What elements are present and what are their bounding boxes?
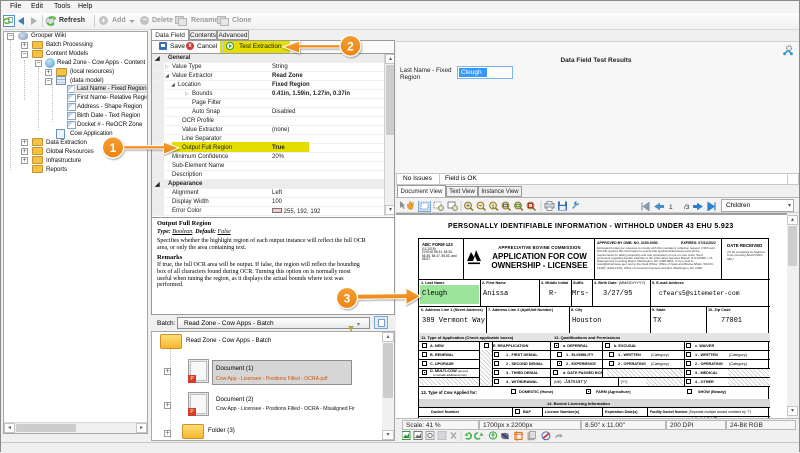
- svg-text:1: 1: [110, 141, 117, 155]
- svg-text:2: 2: [347, 39, 354, 53]
- svg-text:3: 3: [344, 292, 351, 306]
